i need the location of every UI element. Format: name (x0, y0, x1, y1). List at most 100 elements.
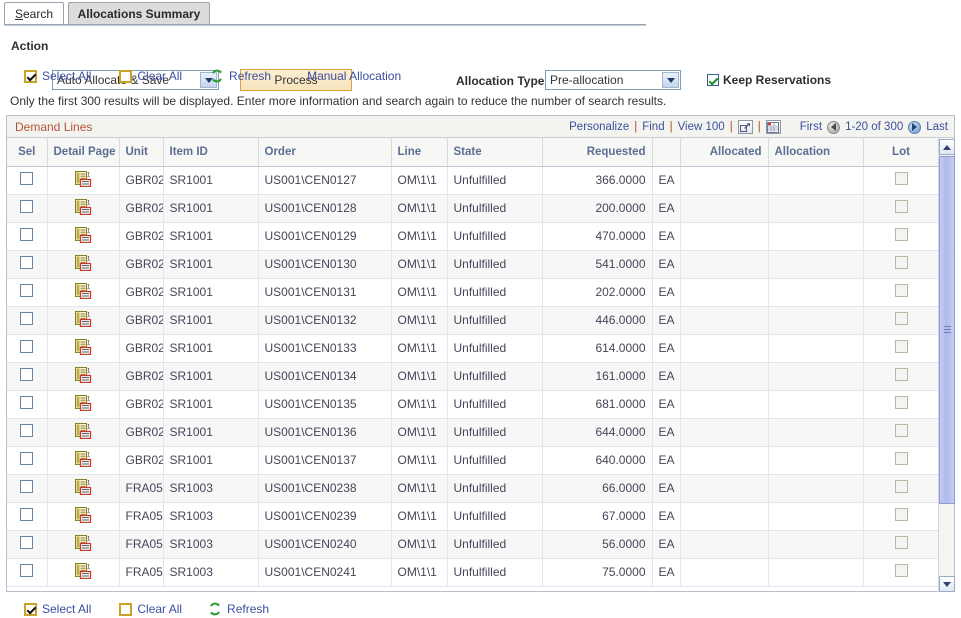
row-select-checkbox[interactable] (20, 256, 33, 269)
cell-allocation (768, 278, 863, 306)
download-spreadsheet-icon[interactable] (766, 120, 781, 134)
row-select-checkbox[interactable] (20, 424, 33, 437)
lot-checkbox[interactable] (895, 256, 908, 269)
tab-allocations-summary[interactable]: Allocations Summary (68, 2, 210, 24)
lot-checkbox[interactable] (895, 564, 908, 577)
cell-item-id: SR1001 (163, 194, 258, 222)
detail-page-cell: 1 (47, 278, 119, 306)
cell-requested: 202.0000 (542, 278, 652, 306)
scroll-down-button[interactable] (939, 576, 955, 592)
select-all-button-bottom[interactable]: Select All (24, 602, 91, 616)
detail-page-icon[interactable]: 1 (75, 479, 92, 495)
cell-allocation (768, 502, 863, 530)
checkbox-empty-icon[interactable] (119, 70, 132, 83)
row-select-checkbox[interactable] (20, 508, 33, 521)
cell-lot (863, 474, 939, 502)
cell-uom: EA (652, 530, 680, 558)
checkbox-empty-icon[interactable] (119, 603, 132, 616)
detail-page-icon[interactable]: 1 (75, 283, 92, 299)
personalize-link[interactable]: Personalize (569, 121, 629, 133)
detail-page-icon[interactable]: 1 (75, 423, 92, 439)
row-select-checkbox[interactable] (20, 172, 33, 185)
detail-page-icon[interactable]: 1 (75, 199, 92, 215)
scroll-up-button[interactable] (939, 139, 955, 155)
column-header-uom (652, 138, 680, 166)
detail-page-icon[interactable]: 1 (75, 227, 92, 243)
lot-checkbox[interactable] (895, 228, 908, 241)
row-select-checkbox[interactable] (20, 200, 33, 213)
row-select-checkbox[interactable] (20, 340, 33, 353)
lot-checkbox[interactable] (895, 368, 908, 381)
detail-page-icon[interactable]: 1 (75, 563, 92, 579)
detail-page-icon[interactable]: 1 (75, 255, 92, 271)
detail-page-cell: 1 (47, 502, 119, 530)
lot-checkbox[interactable] (895, 480, 908, 493)
allocation-type-select[interactable]: Pre-allocation (545, 70, 681, 90)
svg-text:1: 1 (87, 172, 91, 178)
row-select-checkbox[interactable] (20, 284, 33, 297)
row-select-checkbox[interactable] (20, 480, 33, 493)
tab-search[interactable]: Search (4, 2, 64, 24)
cell-order: US001\CEN0133 (258, 334, 391, 362)
select-all-button-top[interactable]: Select All (24, 69, 91, 83)
svg-text:1: 1 (87, 508, 91, 514)
detail-page-icon[interactable]: 1 (75, 171, 92, 187)
prev-page-arrow-icon[interactable] (827, 121, 840, 134)
last-page-link[interactable]: Last (926, 121, 948, 133)
row-select-checkbox[interactable] (20, 396, 33, 409)
cell-order: US001\CEN0135 (258, 390, 391, 418)
refresh-icon[interactable] (208, 602, 222, 616)
checkbox-checked-icon[interactable] (707, 74, 719, 86)
grid-vertical-scrollbar[interactable] (938, 139, 954, 592)
row-select-checkbox[interactable] (20, 228, 33, 241)
detail-page-icon[interactable]: 1 (75, 535, 92, 551)
lot-checkbox[interactable] (895, 340, 908, 353)
checkbox-checked-icon[interactable] (24, 603, 37, 616)
table-body: 1GBR02SR1001US001\CEN0127OM\1\1Unfulfill… (7, 166, 952, 586)
detail-page-icon[interactable]: 1 (75, 339, 92, 355)
view-all-link[interactable]: View 100 (678, 121, 725, 133)
manual-allocation-link[interactable]: Manual Allocation (307, 69, 401, 83)
row-select-checkbox[interactable] (20, 368, 33, 381)
cell-unit: GBR02 (119, 194, 163, 222)
lot-checkbox[interactable] (895, 172, 908, 185)
first-page-link[interactable]: First (800, 121, 822, 133)
detail-page-cell: 1 (47, 530, 119, 558)
clear-all-button-top[interactable]: Clear All (119, 69, 182, 83)
row-select-checkbox[interactable] (20, 536, 33, 549)
detail-page-icon[interactable]: 1 (75, 395, 92, 411)
cell-allocated (680, 306, 768, 334)
lot-checkbox[interactable] (895, 396, 908, 409)
find-link[interactable]: Find (642, 121, 664, 133)
row-select-checkbox[interactable] (20, 312, 33, 325)
cell-lot (863, 502, 939, 530)
lot-checkbox[interactable] (895, 508, 908, 521)
keep-reservations-checkbox[interactable]: Keep Reservations (707, 73, 831, 87)
separator: | (670, 121, 673, 133)
svg-text:1: 1 (87, 564, 91, 570)
lot-checkbox[interactable] (895, 452, 908, 465)
lot-checkbox[interactable] (895, 200, 908, 213)
lot-checkbox[interactable] (895, 312, 908, 325)
detail-page-icon[interactable]: 1 (75, 507, 92, 523)
detail-page-icon[interactable]: 1 (75, 311, 92, 327)
chevron-down-icon[interactable] (662, 72, 679, 88)
refresh-button-bottom[interactable]: Refresh (208, 602, 269, 616)
table-row: 1GBR02SR1001US001\CEN0130OM\1\1Unfulfill… (7, 250, 952, 278)
detail-page-icon[interactable]: 1 (75, 367, 92, 383)
clear-all-button-bottom[interactable]: Clear All (119, 602, 182, 616)
detail-page-icon[interactable]: 1 (75, 451, 92, 467)
checkbox-checked-icon[interactable] (24, 70, 37, 83)
lot-checkbox[interactable] (895, 284, 908, 297)
lot-checkbox[interactable] (895, 536, 908, 549)
row-select-checkbox[interactable] (20, 452, 33, 465)
expand-grid-icon[interactable] (738, 120, 753, 134)
demand-lines-grid: Demand Lines Personalize | Find | View 1… (6, 115, 955, 592)
refresh-button-top[interactable]: Refresh (210, 69, 271, 83)
row-select-checkbox[interactable] (20, 564, 33, 577)
next-page-arrow-icon[interactable] (908, 121, 921, 134)
lot-checkbox[interactable] (895, 424, 908, 437)
scrollbar-thumb[interactable] (939, 156, 955, 504)
cell-requested: 640.0000 (542, 446, 652, 474)
refresh-icon[interactable] (210, 69, 224, 83)
